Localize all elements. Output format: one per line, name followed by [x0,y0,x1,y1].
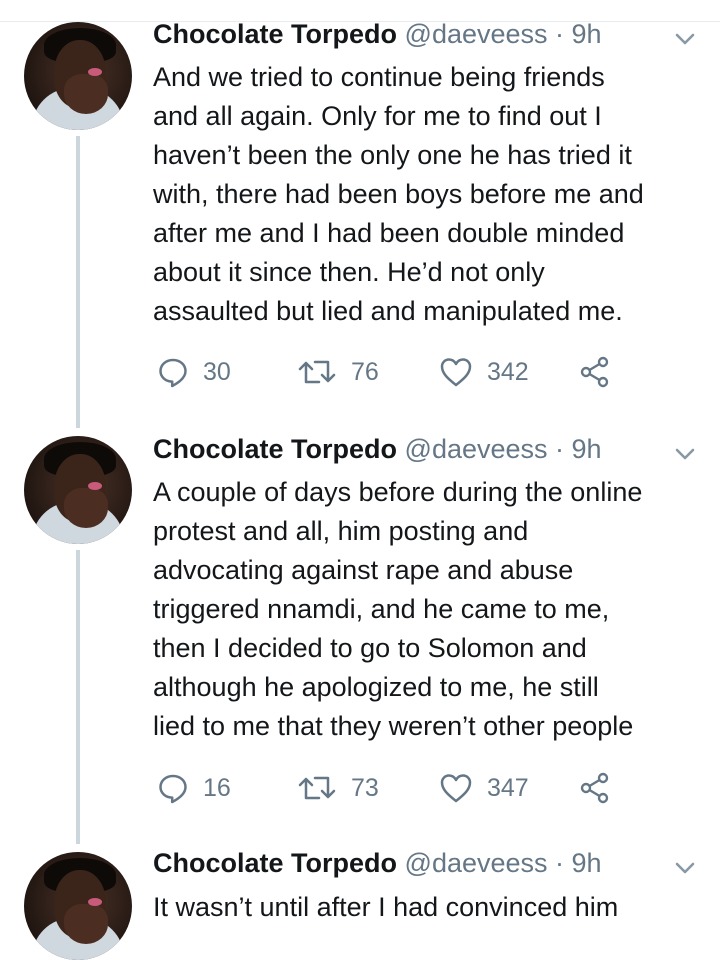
retweet-button[interactable]: 73 [297,768,379,808]
timestamp[interactable]: 9h [572,848,602,878]
share-button[interactable] [579,768,611,808]
chevron-down-icon[interactable] [672,26,698,52]
thread-connector-line [76,136,80,428]
tweet-text-line: assaulted but lied and manipulated me. [153,296,623,326]
heart-icon [440,774,472,803]
thread-connector-line [76,550,80,844]
retweet-count: 76 [351,357,379,386]
tweet-header: Chocolate Torpedo @daeveess · 9h [153,17,602,51]
heart-icon [440,358,472,387]
tweet-text-line: protest and all, him posting and [153,516,529,546]
like-count: 347 [487,773,529,802]
tweet-text-line: A couple of days before during the onlin… [153,477,643,507]
reply-count: 16 [203,773,231,802]
timestamp[interactable]: 9h [572,19,602,49]
tweet-text-line: and all again. Only for me to find out I [153,101,602,131]
like-button[interactable]: 347 [439,768,529,808]
timestamp[interactable]: 9h [572,434,602,464]
share-icon [580,356,609,388]
retweet-arrows-icon [298,360,336,384]
like-button[interactable]: 342 [439,352,529,392]
tweet-text-line: with, there had been boys before me and [153,179,644,209]
separator-dot: · [547,19,572,49]
display-name[interactable]: Chocolate Torpedo [153,848,397,878]
like-count: 342 [487,357,529,386]
avatar[interactable] [24,22,132,130]
tweet-header: Chocolate Torpedo @daeveess · 9h [153,846,602,880]
tweet-text-line: lied to me that they weren’t other peopl… [153,711,634,741]
reply-count: 30 [203,357,231,386]
tweet-text-line: advocating against rape and abuse [153,555,574,585]
retweet-arrows-icon [298,776,336,800]
username-handle[interactable]: @daeveess [405,848,548,878]
username-handle[interactable]: @daeveess [405,434,548,464]
retweet-button[interactable]: 76 [297,352,379,392]
share-icon [580,772,609,804]
avatar[interactable] [24,852,132,960]
tweet-text-line: although he apologized to me, he still [153,672,599,702]
tweet-actions: 30 76 342 [153,352,673,392]
avatar[interactable] [24,436,132,544]
tweet-header: Chocolate Torpedo @daeveess · 9h [153,432,602,466]
tweet-text: And we tried to continue being friends a… [153,58,713,331]
reply-button[interactable]: 16 [157,768,231,808]
separator-dot: · [547,848,572,878]
tweet-text-line: And we tried to continue being friends [153,62,605,92]
tweet-text-line: after me and I had been double minded [153,218,625,248]
retweet-count: 73 [351,773,379,802]
reply-bubble-icon [159,358,187,388]
tweet-text: It wasn’t until after I had convinced hi… [153,888,713,927]
display-name[interactable]: Chocolate Torpedo [153,434,397,464]
tweet-text-line: It wasn’t until after I had convinced hi… [153,892,619,922]
tweet-text-line: triggered nnamdi, and he came to me, [153,594,610,624]
tweet-actions: 16 73 347 [153,768,673,808]
tweet-text-line: about it since then. He’d not only [153,257,545,287]
tweet-text-line: then I decided to go to Solomon and [153,633,587,663]
chevron-down-icon[interactable] [672,441,698,467]
reply-button[interactable]: 30 [157,352,231,392]
display-name[interactable]: Chocolate Torpedo [153,19,397,49]
separator-dot: · [547,434,572,464]
share-button[interactable] [579,352,611,392]
tweet-text-line: haven’t been the only one he has tried i… [153,140,632,170]
username-handle[interactable]: @daeveess [405,19,548,49]
chevron-down-icon[interactable] [672,855,698,881]
reply-bubble-icon [159,774,187,804]
tweet-text: A couple of days before during the onlin… [153,473,713,746]
